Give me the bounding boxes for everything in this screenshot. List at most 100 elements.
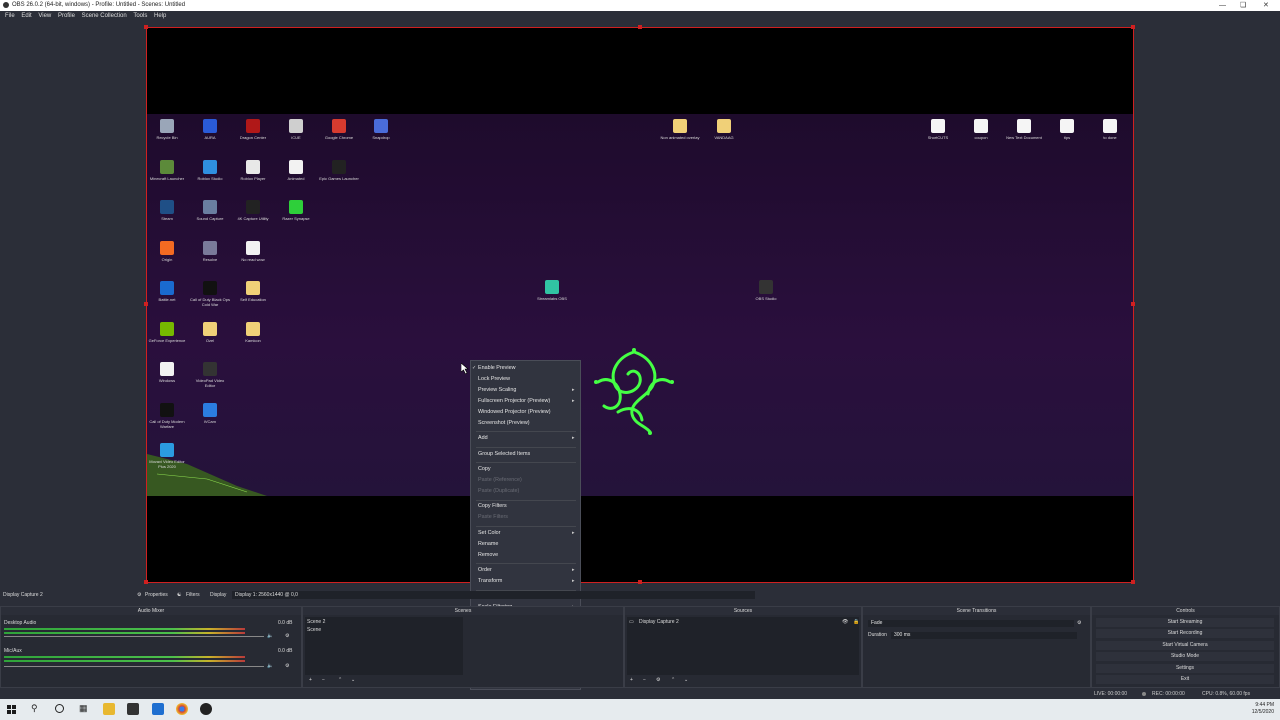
file-explorer-icon[interactable] [103, 703, 115, 715]
filter-icon[interactable]: ☯ [177, 590, 181, 601]
gear-icon[interactable]: ⚙ [656, 677, 660, 683]
top-desktop-icon[interactable]: ShortCUTS [918, 119, 958, 140]
system-clock[interactable]: 9:44 PM 12/5/2020 [1252, 702, 1274, 716]
left-desktop-icon[interactable]: Roblox Player [233, 159, 273, 181]
eye-icon[interactable]: 👁 [842, 619, 848, 625]
menu-item-remove[interactable]: Remove [478, 552, 498, 558]
mail-icon[interactable] [152, 703, 164, 715]
move-up-icon[interactable]: ⌃ [671, 677, 675, 683]
left-desktop-icon[interactable]: Windows [147, 362, 187, 383]
left-desktop-icon[interactable]: Snapdrop [361, 119, 401, 140]
left-desktop-icon[interactable]: AURA [190, 119, 230, 140]
gear-icon[interactable]: ⚙ [137, 590, 141, 601]
left-desktop-icon[interactable]: Resolve [190, 240, 230, 262]
speaker-icon[interactable]: 🔈 [267, 663, 273, 669]
left-desktop-icon[interactable]: Call of Duty Black Ops Cold War [190, 281, 230, 307]
resize-handle-bl[interactable] [144, 580, 148, 584]
chrome-icon[interactable] [176, 703, 188, 715]
left-desktop-icon[interactable]: iCUE [276, 119, 316, 140]
remove-source-icon[interactable]: − [643, 677, 646, 683]
lock-icon[interactable]: 🔒 [853, 619, 859, 625]
top-desktop-icon[interactable]: coupon [961, 119, 1001, 140]
start-virtual-camera-button[interactable]: Start Virtual Camera [1096, 641, 1274, 650]
left-desktop-icon[interactable]: Recycle Bin [147, 119, 187, 140]
resize-handle-tl[interactable] [144, 25, 148, 29]
close-icon[interactable]: ✕ [1263, 0, 1269, 11]
center-desktop-icon[interactable]: OBS Studio [746, 280, 786, 301]
resize-handle-top[interactable] [638, 25, 642, 29]
move-up-icon[interactable]: ⌃ [338, 677, 342, 683]
menu-item-copy[interactable]: Copy [478, 466, 491, 472]
move-down-icon[interactable]: ⌄ [684, 677, 688, 683]
left-desktop-icon[interactable]: Google Chrome [319, 119, 359, 140]
add-source-icon[interactable]: + [630, 677, 633, 683]
menu-file[interactable]: File [5, 11, 15, 22]
menu-item-group-selected-items[interactable]: Group Selected Items [478, 451, 530, 457]
center-desktop-icon[interactable]: Streamlabs OBS [532, 280, 572, 301]
left-desktop-icon[interactable]: Ozel [190, 321, 230, 343]
left-desktop-icon[interactable]: Razer Synapse [276, 200, 316, 221]
gear-icon[interactable]: ⚙ [285, 663, 289, 669]
menu-item-lock-preview[interactable]: Lock Preview [478, 376, 510, 382]
left-desktop-icon[interactable]: 4K Capture Utility [233, 200, 273, 221]
menu-item-set-color[interactable]: Set Color [478, 530, 500, 536]
menu-scene-collection[interactable]: Scene Collection [82, 11, 127, 22]
search-icon[interactable]: ⚲ [31, 703, 38, 714]
left-desktop-icon[interactable]: No read wow [233, 240, 273, 262]
top-desktop-icon[interactable]: Non animated overlay [660, 119, 700, 140]
start-recording-button[interactable]: Start Recording [1096, 629, 1274, 638]
exit-button[interactable]: Exit [1096, 675, 1274, 684]
menu-view[interactable]: View [38, 11, 51, 22]
left-desktop-icon[interactable]: Epic Games Launcher [319, 159, 359, 181]
gear-icon[interactable]: ⚙ [285, 633, 289, 639]
volume-slider[interactable] [4, 636, 264, 637]
scene-item[interactable]: Scene 2 [307, 619, 325, 625]
gear-icon[interactable]: ⚙ [1077, 620, 1081, 626]
menu-tools[interactable]: Tools [133, 11, 147, 22]
left-desktop-icon[interactable]: Dragon Center [233, 119, 273, 140]
display-select[interactable]: Display 1: 2560x1440 @ 0,0 [232, 591, 755, 599]
remove-scene-icon[interactable]: − [322, 677, 325, 683]
menu-edit[interactable]: Edit [21, 11, 31, 22]
menu-profile[interactable]: Profile [58, 11, 75, 22]
resize-handle-left[interactable] [144, 302, 148, 306]
resize-handle-br[interactable] [1131, 580, 1135, 584]
settings-button[interactable]: Settings [1096, 664, 1274, 673]
duration-input[interactable]: 300 ms [891, 632, 1077, 639]
top-desktop-icon[interactable]: tips [1047, 119, 1087, 140]
studio-mode-button[interactable]: Studio Mode [1096, 652, 1274, 661]
left-desktop-icon[interactable]: Sound Capture [190, 200, 230, 221]
left-desktop-icon[interactable]: Battle.net [147, 281, 187, 302]
volume-slider[interactable] [4, 666, 264, 667]
top-desktop-icon[interactable]: VANDAAG [704, 119, 744, 140]
start-streaming-button[interactable]: Start Streaming [1096, 618, 1274, 627]
left-desktop-icon[interactable]: Self Education [233, 281, 273, 302]
menu-help[interactable]: Help [154, 11, 166, 22]
minimize-icon[interactable]: — [1219, 0, 1226, 11]
transition-select[interactable]: Fade [868, 620, 1074, 627]
resize-handle-tr[interactable] [1131, 25, 1135, 29]
menu-item-enable-preview[interactable]: Enable Preview [478, 365, 515, 371]
obs-taskbar-icon[interactable] [200, 703, 212, 715]
move-down-icon[interactable]: ⌄ [351, 677, 355, 683]
left-desktop-icon[interactable]: Roblox Studio [190, 159, 230, 181]
left-desktop-icon[interactable]: Steam [147, 200, 187, 221]
resize-handle-bottom[interactable] [638, 580, 642, 584]
restore-icon[interactable]: ❏ [1240, 0, 1246, 11]
speaker-icon[interactable]: 🔈 [267, 633, 273, 639]
top-desktop-icon[interactable]: to done [1090, 119, 1130, 140]
menu-item-transform[interactable]: Transform [478, 578, 502, 584]
left-desktop-icon[interactable]: GeForce Experience [147, 321, 187, 343]
left-desktop-icon[interactable]: Minecraft Launcher [147, 159, 187, 181]
left-desktop-icon[interactable]: Call of Duty Modern Warfare [147, 402, 187, 429]
menu-item-order[interactable]: Order [478, 567, 492, 573]
top-desktop-icon[interactable]: New Text Document [1004, 119, 1044, 140]
task-view-icon[interactable]: ▦ [79, 703, 88, 714]
menu-item-add[interactable]: Add [478, 435, 488, 441]
resize-handle-right[interactable] [1131, 302, 1135, 306]
source-item[interactable]: Display Capture 2 [639, 619, 679, 625]
left-desktop-icon[interactable]: Origin [147, 240, 187, 262]
menu-item-fullscreen-projector-preview[interactable]: Fullscreen Projector (Preview) [478, 398, 550, 404]
left-desktop-icon[interactable]: Kamicon [233, 321, 273, 343]
windows-start-icon[interactable] [7, 705, 16, 714]
